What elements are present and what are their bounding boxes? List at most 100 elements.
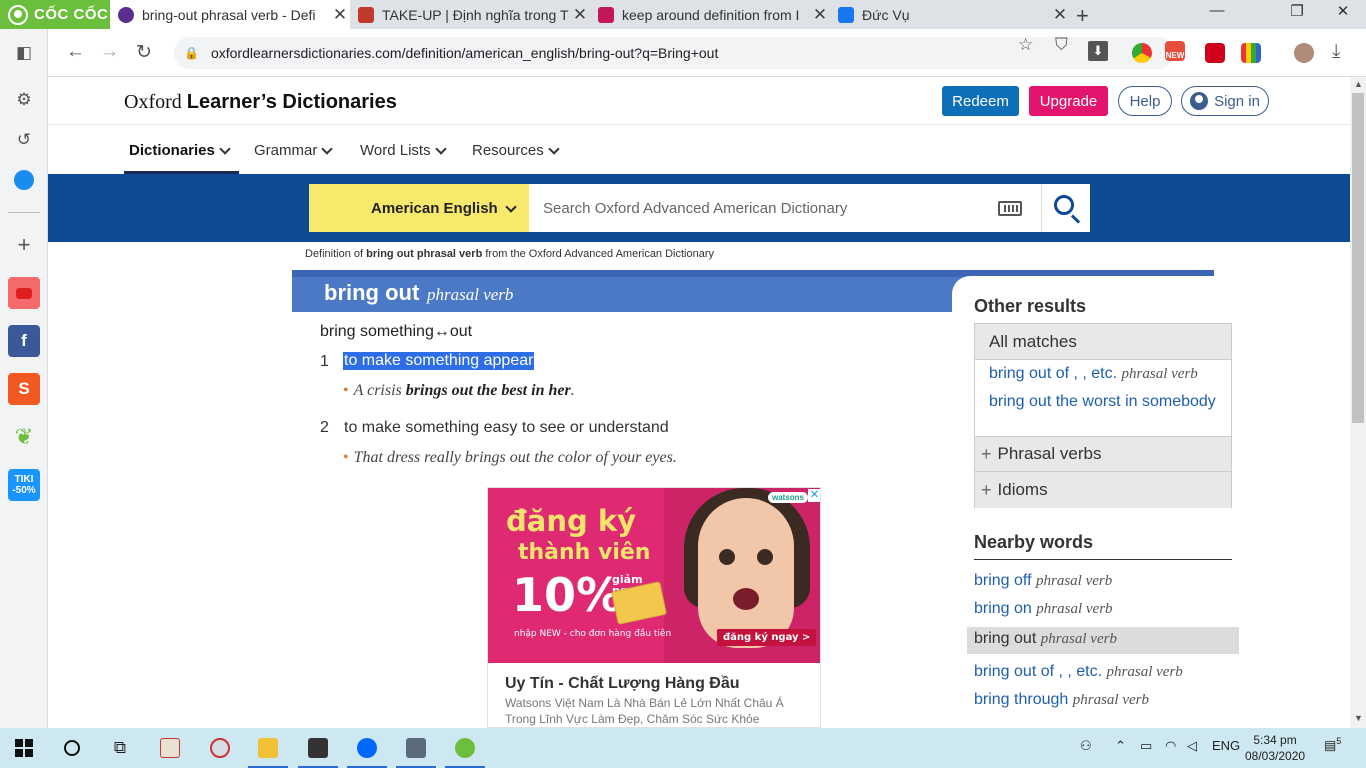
sense-definition[interactable]: to make something appear [343,352,535,370]
logo-serif: Oxford [124,91,182,113]
people-icon[interactable]: ⚇ [1080,738,1092,754]
clock-time: 5:34 pm [1253,733,1297,747]
input-language[interactable]: ENG [1212,738,1240,753]
new-tab-button[interactable]: + [1076,3,1089,29]
dictionary-select[interactable]: American English [309,184,529,232]
redeem-button[interactable]: Redeem [942,86,1019,116]
back-button[interactable]: ← [66,41,85,63]
downloads-icon[interactable]: ⤓ [1332,41,1340,63]
tab-take-up[interactable]: TAKE-UP | Định nghĩa trong T ✕ [350,0,590,29]
scroll-down-icon[interactable]: ▼ [1354,713,1363,723]
ad-discount: 10% [512,568,623,622]
zalo-icon[interactable] [343,728,391,768]
add-icon[interactable]: + [8,229,40,261]
nav-grammar[interactable]: Grammar [254,142,334,159]
close-tab-icon[interactable]: ✕ [1050,5,1070,25]
nearby-word[interactable]: bring out of , , etc. phrasal verb [974,663,1183,681]
close-tab-icon[interactable]: ✕ [330,5,350,25]
advertisement[interactable]: đăng ký thành viên 10% giảm ngay nhập NE… [487,487,821,728]
page-scrollbar[interactable]: ▲ ▼ [1350,77,1366,728]
notifications-icon[interactable]: ▤5 [1324,736,1341,753]
tab-bring-out[interactable]: bring-out phrasal verb - Defi ✕ [110,0,350,29]
tab-facebook[interactable]: Đức Vụ ✕ [830,0,1070,29]
chevron-down-icon [219,142,231,155]
search-input[interactable] [529,184,1041,232]
sense-definition: to make something easy to see or underst… [344,419,669,436]
coccoc-leaf-icon[interactable]: ❦ [8,421,40,453]
nearby-word-pos: phrasal verb [1072,692,1149,708]
coccoc-menu-button[interactable]: CỐC CỐC [0,0,110,29]
clock[interactable]: 5:34 pm 08/03/2020 [1245,732,1305,764]
close-window-button[interactable]: ✕ [1320,2,1366,20]
taskbar-app-3-icon[interactable] [392,728,440,768]
search-button[interactable] [1041,184,1090,232]
nav-dictionaries[interactable]: Dictionaries [129,142,231,159]
sticky-notes-icon[interactable] [294,728,342,768]
browser-toolbar: ← → ↻ 🔒 oxfordlearnersdictionaries.com/d… [48,29,1366,77]
restore-button[interactable]: ❐ [1274,2,1320,20]
windows-start-icon[interactable] [0,728,48,768]
history-icon[interactable]: ↺ [8,124,40,156]
idioms-header[interactable]: + Idioms [975,472,1231,508]
ad-title[interactable]: Uy Tín - Chất Lượng Hàng Đầu [505,675,740,693]
scroll-up-icon[interactable]: ▲ [1354,79,1363,89]
nav-resources[interactable]: Resources [472,142,560,159]
settings-icon[interactable]: ⚙ [8,84,40,116]
nearby-word[interactable]: bring on phrasal verb [974,600,1113,618]
search-icon [1054,195,1074,215]
tab-keep-around[interactable]: keep around definition from I ✕ [590,0,830,29]
messenger-icon[interactable] [8,164,40,196]
save-page-icon[interactable]: ⬇ [1088,41,1108,61]
extension-grid-icon[interactable] [1241,43,1261,63]
browser-sidebar: ◧ ⚙ ↺ + f S ❦ TIKI -50% [0,29,48,728]
ad-headline: đăng ký [506,504,637,538]
bookmark-star-icon[interactable]: ☆ [1018,35,1033,55]
keyboard-icon[interactable] [998,201,1022,216]
search-icon[interactable] [48,728,96,768]
oxford-logo[interactable]: Oxford Learner’s Dictionaries [124,91,397,114]
coccoc-taskbar-icon[interactable] [441,728,489,768]
phrasal-verbs-header[interactable]: + Phrasal verbs [975,436,1231,472]
extension-chrome-icon[interactable] [1132,43,1152,63]
reload-button[interactable]: ↻ [136,41,152,64]
nearby-word[interactable]: bring through phrasal verb [974,691,1149,709]
minimize-button[interactable]: — [1194,2,1240,19]
panel-icon[interactable]: ◧ [8,37,40,69]
new-extension-icon[interactable]: NEW [1165,41,1185,61]
youtube-icon[interactable] [8,277,40,309]
show-hidden-icons[interactable]: ⌃ [1115,738,1126,754]
help-button[interactable]: Help [1118,86,1172,116]
shield-icon[interactable]: ⛉ [1055,35,1068,55]
nearby-word-pos: phrasal verb [1106,664,1183,680]
file-explorer-icon[interactable] [244,728,292,768]
volume-icon[interactable]: ◁ [1187,738,1197,754]
sign-in-button[interactable]: Sign in [1181,86,1269,116]
all-matches-header[interactable]: All matches [975,324,1231,360]
taskbar-app-1-icon[interactable] [146,728,194,768]
tiki-icon[interactable]: TIKI -50% [8,469,40,501]
nearby-word[interactable]: bring off phrasal verb [974,572,1112,590]
facebook-icon[interactable]: f [8,325,40,357]
shopee-icon[interactable]: S [8,373,40,405]
other-results-box: All matches bring out of , , etc. phrasa… [974,323,1232,508]
nearby-word-text: bring out [974,630,1037,647]
task-view-icon[interactable]: ⧉ [96,728,144,768]
upgrade-button[interactable]: Upgrade [1029,86,1108,116]
wifi-icon[interactable]: ◠ [1165,738,1176,754]
close-tab-icon[interactable]: ✕ [810,5,830,25]
scrollbar-thumb[interactable] [1352,93,1364,423]
result-link[interactable]: bring out the worst in somebody [989,392,1225,412]
battery-icon[interactable]: ▭ [1140,738,1152,754]
ad-close-icon[interactable]: ✕ [808,489,820,502]
nav-word-lists[interactable]: Word Lists [360,142,447,159]
close-tab-icon[interactable]: ✕ [570,5,590,25]
result-link[interactable]: bring out of , , etc. phrasal verb [989,364,1198,384]
profile-avatar[interactable] [1294,43,1314,63]
ad-cta-button[interactable]: đăng ký ngay > [717,629,817,646]
ad-small-print: nhập NEW - cho đơn hàng đầu tiên [514,629,672,639]
taskbar-app-2-icon[interactable] [196,728,244,768]
url-text[interactable]: oxfordlearnersdictionaries.com/definitio… [211,45,718,61]
forward-button[interactable]: → [100,41,119,63]
extension-red-icon[interactable] [1205,43,1225,63]
ad-banner[interactable]: đăng ký thành viên 10% giảm ngay nhập NE… [488,488,820,663]
